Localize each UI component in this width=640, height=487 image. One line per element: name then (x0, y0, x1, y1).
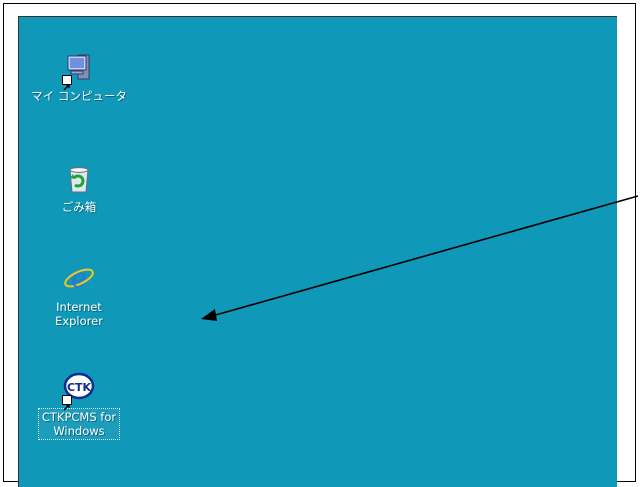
internet-explorer-icon: e (62, 262, 96, 296)
desktop-icon-ctkpcms[interactable]: CTK CTKPCMS for Windows (29, 371, 129, 440)
ctk-logo-icon: CTK (62, 371, 96, 411)
shortcut-arrow-icon (62, 395, 72, 411)
ctkpcms-label: CTKPCMS for Windows (37, 408, 121, 440)
windows-desktop[interactable]: マイ コンピュータ ごみ箱 e Internet Explorer CTK CT… (18, 16, 617, 487)
desktop-icon-recycle-bin[interactable]: ごみ箱 (29, 162, 129, 214)
svg-text:e: e (71, 264, 86, 294)
desktop-icon-internet-explorer[interactable]: e Internet Explorer (29, 262, 129, 328)
svg-text:CTK: CTK (67, 381, 92, 394)
my-computer-label: マイ コンピュータ (31, 89, 127, 103)
my-computer-icon (62, 51, 96, 91)
recycle-bin-label: ごみ箱 (61, 200, 97, 214)
internet-explorer-label: Internet Explorer (55, 300, 103, 328)
recycle-bin-icon (62, 162, 96, 196)
shortcut-arrow-icon (62, 75, 72, 91)
desktop-icon-my-computer[interactable]: マイ コンピュータ (29, 51, 129, 103)
